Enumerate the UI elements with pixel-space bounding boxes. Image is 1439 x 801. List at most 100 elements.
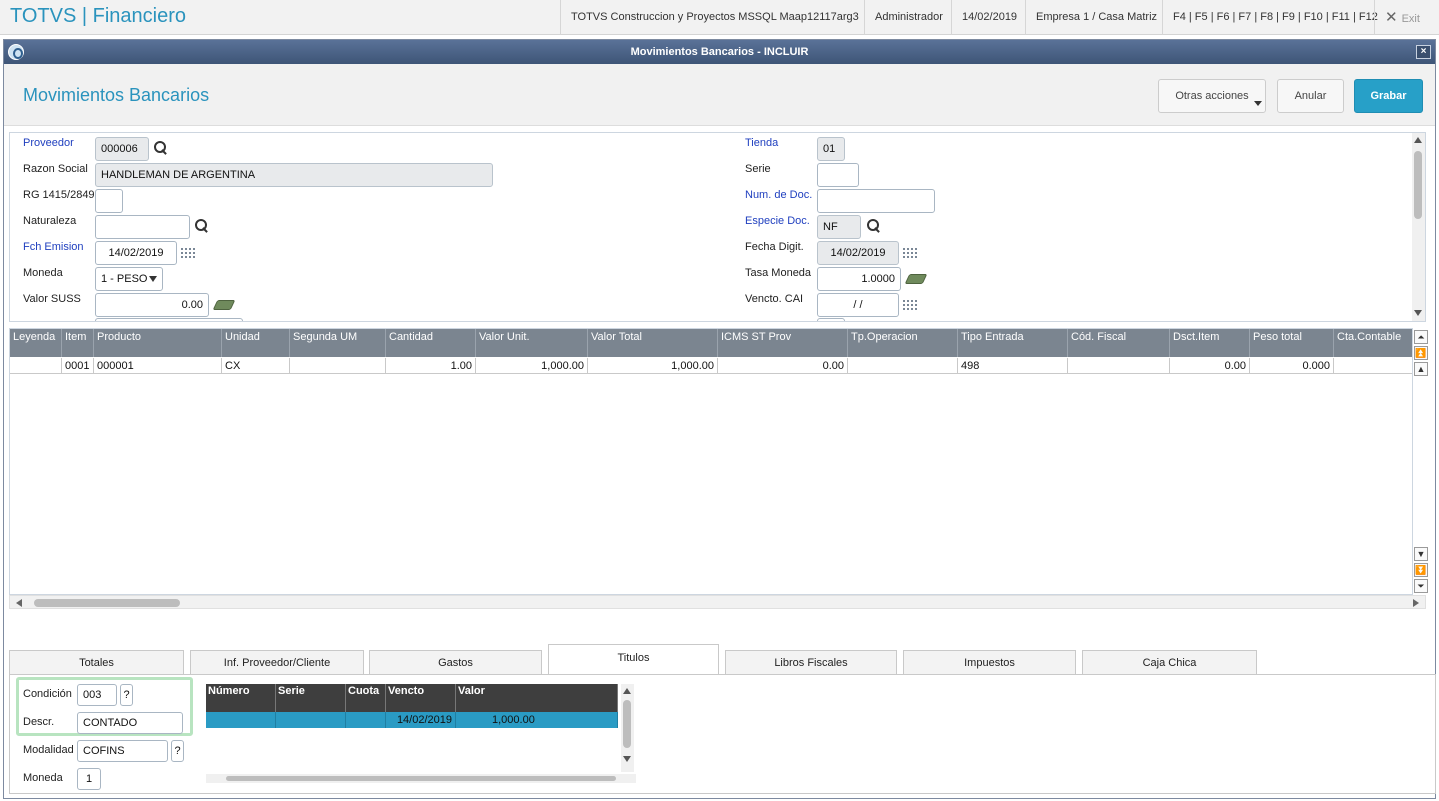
col-header[interactable]: ICMS ST Prov: [718, 329, 848, 357]
col-header[interactable]: Leyenda: [10, 329, 62, 357]
date-label[interactable]: 14/02/2019: [951, 0, 1027, 35]
col-header[interactable]: Valor: [456, 684, 618, 712]
cell-leyenda[interactable]: [10, 358, 62, 374]
col-header[interactable]: Serie: [276, 684, 346, 712]
naturaleza-field[interactable]: [95, 215, 190, 239]
cell-producto[interactable]: 000001: [94, 358, 222, 374]
vencto-cai-field[interactable]: / /: [817, 293, 899, 317]
col-header[interactable]: Producto: [94, 329, 222, 357]
tab-totales[interactable]: Totales: [9, 650, 184, 674]
search-icon[interactable]: [195, 219, 209, 233]
tasa-moneda-field[interactable]: 1.0000: [817, 267, 901, 291]
exit-button[interactable]: ✕ Exit: [1374, 0, 1430, 35]
col-header[interactable]: Item: [62, 329, 94, 357]
serie-field[interactable]: [817, 163, 859, 187]
cell-tipo-entrada[interactable]: 498: [958, 358, 1068, 374]
cell-tp-operacion[interactable]: [848, 358, 958, 374]
num-doc-field[interactable]: [817, 189, 935, 213]
tab-libros-fiscales[interactable]: Libros Fiscales: [725, 650, 897, 674]
scroll-up-icon[interactable]: [623, 688, 631, 694]
first-record-button[interactable]: ⏶: [1414, 330, 1428, 344]
col-header[interactable]: Segunda UM: [290, 329, 386, 357]
col-header[interactable]: Tipo Entrada: [958, 329, 1068, 357]
moneda-field[interactable]: 1: [77, 768, 101, 790]
tab-gastos[interactable]: Gastos: [369, 650, 542, 674]
cell-unidad[interactable]: CX: [222, 358, 290, 374]
razon-social-field[interactable]: HANDLEMAN DE ARGENTINA: [95, 163, 493, 187]
scroll-down-icon[interactable]: [623, 756, 631, 762]
col-header[interactable]: Valor Total: [588, 329, 718, 357]
col-header[interactable]: Cód. Fiscal: [1068, 329, 1170, 357]
calendar-icon[interactable]: [902, 299, 918, 311]
modalidad-help-button[interactable]: ?: [171, 740, 184, 762]
modalidad-field[interactable]: COFINS: [77, 740, 168, 762]
page-up-button[interactable]: ⏫: [1414, 346, 1428, 360]
col-header[interactable]: Unidad: [222, 329, 290, 357]
cell-numero[interactable]: [206, 712, 276, 728]
condicion-field[interactable]: 003: [77, 684, 117, 706]
cell-cod-fiscal[interactable]: [1068, 358, 1170, 374]
cell-cuota[interactable]: [346, 712, 386, 728]
money-icon[interactable]: [904, 274, 928, 284]
cell-dsct-item[interactable]: 0.00: [1170, 358, 1250, 374]
scrollbar-thumb[interactable]: [1414, 151, 1422, 219]
col-header[interactable]: Cta.Contable: [1334, 329, 1412, 357]
partial-field[interactable]: [95, 318, 243, 321]
col-header[interactable]: Vencto: [386, 684, 456, 712]
titulos-horizontal-scrollbar[interactable]: [206, 774, 636, 783]
col-header[interactable]: Valor Unit.: [476, 329, 588, 357]
col-header[interactable]: Tp.Operacion: [848, 329, 958, 357]
cell-peso-total[interactable]: 0.000: [1250, 358, 1334, 374]
titulos-scrollbar[interactable]: [621, 684, 634, 772]
cell-valor[interactable]: 1,000.00: [456, 712, 618, 728]
scrollbar-thumb[interactable]: [226, 776, 616, 781]
company-label[interactable]: Empresa 1 / Casa Matriz: [1025, 0, 1167, 35]
scroll-right-icon[interactable]: [1413, 599, 1419, 607]
cell-segunda-um[interactable]: [290, 358, 386, 374]
descr-field[interactable]: CONTADO: [77, 712, 183, 734]
fch-emision-field[interactable]: 14/02/2019: [95, 241, 177, 265]
col-header[interactable]: Peso total: [1250, 329, 1334, 357]
partial-field[interactable]: [817, 318, 845, 321]
tienda-field[interactable]: 01: [817, 137, 845, 161]
scrollbar-thumb[interactable]: [623, 700, 631, 748]
scroll-up-button[interactable]: ▲: [1414, 362, 1428, 376]
tab-inf-proveedor[interactable]: Inf. Proveedor/Cliente: [190, 650, 364, 674]
moneda-select[interactable]: 1 - PESO: [95, 267, 163, 291]
shortcut-keys[interactable]: F4 | F5 | F6 | F7 | F8 | F9 | F10 | F11 …: [1162, 0, 1388, 35]
cell-vencto[interactable]: 14/02/2019: [386, 712, 456, 728]
scroll-down-icon[interactable]: [1414, 310, 1422, 316]
otras-acciones-button[interactable]: Otras acciones: [1158, 79, 1266, 113]
col-header[interactable]: Cuota: [346, 684, 386, 712]
last-record-button[interactable]: ⏷: [1414, 579, 1428, 593]
fecha-digit-field[interactable]: 14/02/2019: [817, 241, 899, 265]
proveedor-field[interactable]: 000006: [95, 137, 149, 161]
page-down-button[interactable]: ⏬: [1414, 563, 1428, 577]
especie-doc-field[interactable]: NF: [817, 215, 861, 239]
tab-impuestos[interactable]: Impuestos: [903, 650, 1076, 674]
cell-valor-total[interactable]: 1,000.00: [588, 358, 718, 374]
rg-field[interactable]: [95, 189, 123, 213]
dialog-close-button[interactable]: ×: [1416, 45, 1431, 59]
cell-item[interactable]: 0001: [62, 358, 94, 374]
scrollbar-thumb[interactable]: [34, 599, 180, 607]
col-header[interactable]: Dsct.Item: [1170, 329, 1250, 357]
money-icon[interactable]: [212, 300, 236, 310]
user-label[interactable]: Administrador: [864, 0, 953, 35]
cell-serie[interactable]: [276, 712, 346, 728]
grabar-button[interactable]: Grabar: [1354, 79, 1423, 113]
scroll-down-button[interactable]: ▼: [1414, 547, 1428, 561]
calendar-icon[interactable]: [180, 247, 196, 259]
col-header[interactable]: Cantidad: [386, 329, 476, 357]
cell-cantidad[interactable]: 1.00: [386, 358, 476, 374]
cell-valor-unit[interactable]: 1,000.00: [476, 358, 588, 374]
tab-caja-chica[interactable]: Caja Chica: [1082, 650, 1257, 674]
tab-titulos[interactable]: Titulos: [548, 644, 719, 675]
condicion-help-button[interactable]: ?: [120, 684, 133, 706]
col-header[interactable]: Número: [206, 684, 276, 712]
cell-cta-contable[interactable]: [1334, 358, 1412, 374]
scroll-left-icon[interactable]: [16, 599, 22, 607]
form-scrollbar[interactable]: [1412, 133, 1425, 321]
search-icon[interactable]: [154, 141, 168, 155]
valor-suss-field[interactable]: 0.00: [95, 293, 209, 317]
